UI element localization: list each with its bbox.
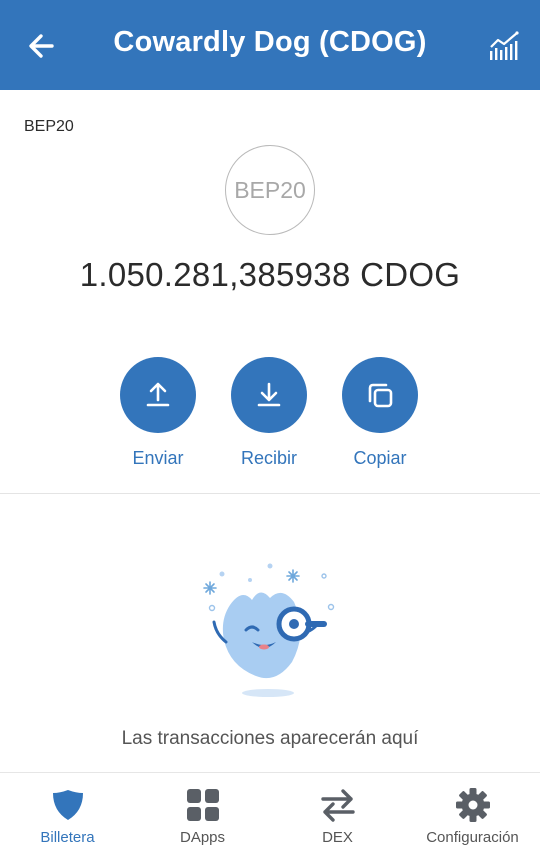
copy-label: Copiar: [353, 448, 407, 468]
bottom-navigation: Billetera DApps DEX Configuración: [0, 772, 540, 856]
nav-settings-label: Configuración: [426, 829, 519, 846]
chart-icon[interactable]: [488, 31, 520, 61]
copy-button[interactable]: Copiar: [325, 357, 435, 469]
grid-icon: [186, 789, 219, 821]
page-title: Cowardly Dog (CDOG): [113, 26, 427, 58]
shield-icon: [52, 790, 83, 820]
copy-button-circle[interactable]: [342, 357, 418, 433]
token-balance: 1.050.281,385938 CDOG: [79, 256, 461, 293]
token-logo: BEP20: [225, 145, 315, 235]
nav-wallet-label: Billetera: [40, 829, 95, 846]
nav-settings[interactable]: Configuración: [405, 773, 540, 856]
gear-icon: [455, 788, 490, 822]
copy-icon: [368, 383, 393, 408]
search-mascot-illustration: [203, 563, 335, 697]
send-button[interactable]: Enviar: [103, 357, 213, 469]
upload-icon: [146, 382, 170, 407]
arrow-left-icon[interactable]: [22, 28, 62, 64]
token-logo-text: BEP20: [234, 176, 306, 203]
download-icon: [257, 382, 281, 407]
nav-wallet[interactable]: Billetera: [0, 773, 135, 856]
nav-dapps[interactable]: DApps: [135, 773, 270, 856]
nav-dapps-label: DApps: [179, 829, 226, 846]
swap-icon: [320, 789, 355, 822]
receive-button-circle[interactable]: [231, 357, 307, 433]
nav-dex[interactable]: DEX: [270, 773, 405, 856]
empty-transactions-text: Las transacciones aparecerán aquí: [121, 728, 419, 749]
section-divider: [0, 493, 540, 494]
app-header: Cowardly Dog (CDOG): [0, 0, 540, 90]
nav-dex-label: DEX: [322, 829, 353, 846]
network-label: BEP20: [24, 118, 74, 135]
receive-button[interactable]: Recibir: [214, 357, 324, 469]
receive-label: Recibir: [240, 448, 297, 468]
send-button-circle[interactable]: [120, 357, 196, 433]
send-label: Enviar: [132, 448, 184, 468]
